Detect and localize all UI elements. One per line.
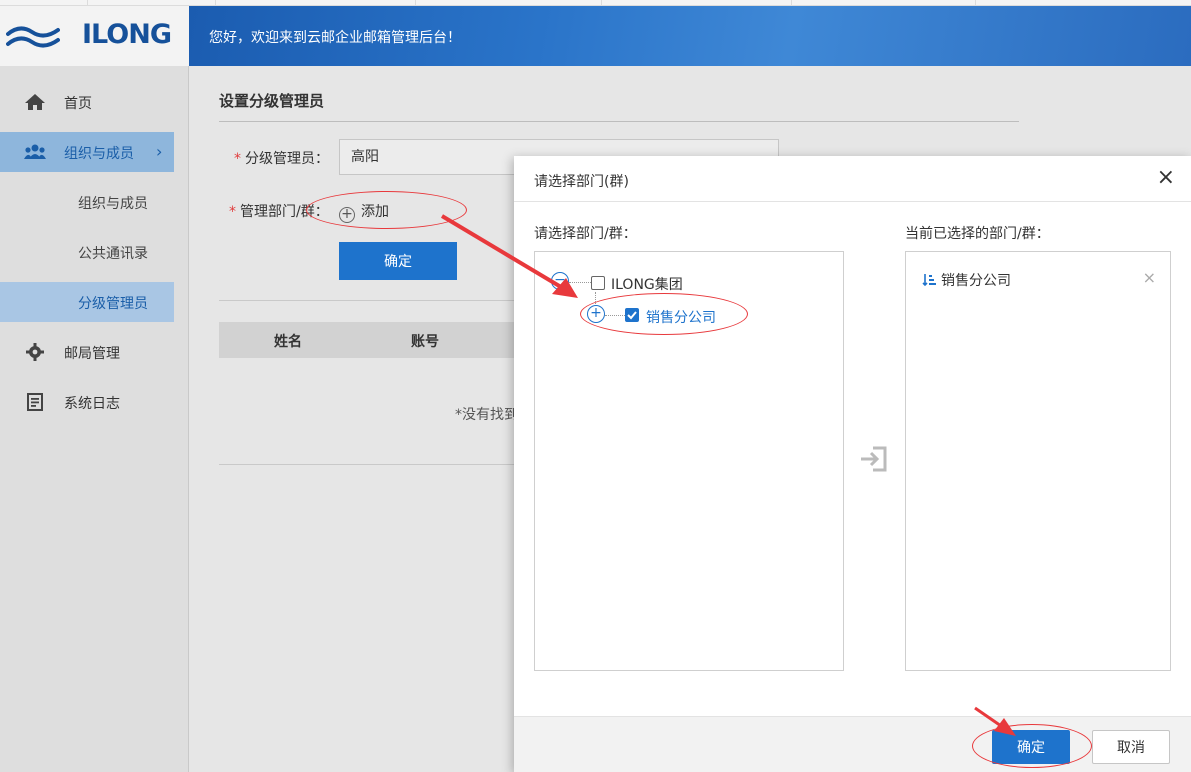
sidebar-item-system-log[interactable]: 系统日志 xyxy=(0,382,174,422)
tree-connector xyxy=(569,282,591,283)
selected-dept-label: 销售分公司 xyxy=(941,273,1011,289)
gear-icon xyxy=(26,343,44,361)
log-icon xyxy=(27,393,43,411)
title-divider xyxy=(219,121,1019,122)
selected-dept-item: 销售分公司 xyxy=(922,270,1011,290)
tree-checkbox-checked[interactable] xyxy=(625,308,639,322)
empty-message: *没有找到 xyxy=(455,407,518,423)
required-mark: * xyxy=(229,204,236,220)
tree-connector xyxy=(605,315,625,316)
required-mark: * xyxy=(234,151,241,167)
tree-node-ilong[interactable]: ILONG集团 xyxy=(611,274,683,294)
home-icon xyxy=(25,94,45,110)
tree-checkbox[interactable] xyxy=(591,276,605,290)
logo-text: ILONG xyxy=(82,19,172,50)
check-icon xyxy=(627,311,637,320)
page-title: 设置分级管理员 xyxy=(219,92,325,110)
add-dept-button[interactable]: + 添加 xyxy=(339,201,389,223)
plus-circle-icon: + xyxy=(339,207,355,223)
dept-field-label: * 管理部门/群： xyxy=(229,204,329,220)
logo[interactable]: ILONG xyxy=(0,6,189,66)
sidebar: 首页 组织与成员 › 组织与成员 公共通讯录 分级管理员 邮局管理 系统日志 xyxy=(0,66,189,772)
dialog-header: 请选择部门(群) × xyxy=(514,156,1191,202)
sidebar-item-postoffice[interactable]: 邮局管理 xyxy=(0,332,174,372)
sidebar-item-label: 邮局管理 xyxy=(64,346,120,362)
collapse-icon[interactable]: − xyxy=(551,272,569,290)
submit-button[interactable]: 确定 xyxy=(339,242,457,280)
close-icon[interactable]: × xyxy=(1157,167,1175,189)
sort-icon xyxy=(922,274,936,287)
app-header: ILONG 您好，欢迎来到云邮企业邮箱管理后台！ xyxy=(0,6,1191,66)
wave-logo-icon xyxy=(6,26,60,48)
sidebar-item-label: 首页 xyxy=(64,96,92,112)
column-header-name: 姓名 xyxy=(274,334,302,350)
sidebar-item-label: 组织与成员 xyxy=(64,146,134,162)
column-header-account: 账号 xyxy=(411,334,439,350)
sidebar-item-label: 系统日志 xyxy=(64,396,120,412)
sidebar-subitem-org-members[interactable]: 组织与成员 xyxy=(0,182,174,222)
chevron-right-icon: › xyxy=(156,142,163,161)
expand-icon[interactable]: + xyxy=(587,305,605,323)
dialog-footer: 确定 取消 xyxy=(514,716,1191,772)
sidebar-subitem-label: 分级管理员 xyxy=(78,296,148,312)
dialog-title: 请选择部门(群) xyxy=(534,174,629,190)
right-panel-label: 当前已选择的部门/群： xyxy=(905,226,1050,242)
admin-field-label: * 分级管理员： xyxy=(234,151,329,167)
welcome-text: 您好，欢迎来到云邮企业邮箱管理后台！ xyxy=(209,30,461,46)
confirm-button[interactable]: 确定 xyxy=(992,730,1070,764)
select-dept-dialog: 请选择部门(群) × 请选择部门/群： 当前已选择的部门/群： − ILONG集… xyxy=(514,156,1191,772)
users-icon xyxy=(24,144,46,159)
sidebar-subitem-label: 公共通讯录 xyxy=(78,246,148,262)
left-panel-label: 请选择部门/群： xyxy=(534,226,637,242)
sidebar-item-home[interactable]: 首页 xyxy=(0,82,174,122)
selected-dept-panel: 销售分公司 × xyxy=(905,251,1171,671)
sidebar-subitem-sub-admins[interactable]: 分级管理员 xyxy=(0,282,174,322)
header-banner: 您好，欢迎来到云邮企业邮箱管理后台！ xyxy=(189,6,1191,66)
tree-node-sales[interactable]: 销售分公司 xyxy=(646,307,716,327)
transfer-arrow-icon[interactable] xyxy=(859,444,889,474)
dept-tree-panel: − ILONG集团 + 销售分公司 xyxy=(534,251,844,671)
add-label: 添加 xyxy=(361,204,389,220)
sidebar-item-org-members[interactable]: 组织与成员 › xyxy=(0,132,174,172)
cancel-button[interactable]: 取消 xyxy=(1092,730,1170,764)
sidebar-subitem-public-contacts[interactable]: 公共通讯录 xyxy=(0,232,174,272)
remove-icon[interactable]: × xyxy=(1143,268,1156,287)
sidebar-subitem-label: 组织与成员 xyxy=(78,196,148,212)
